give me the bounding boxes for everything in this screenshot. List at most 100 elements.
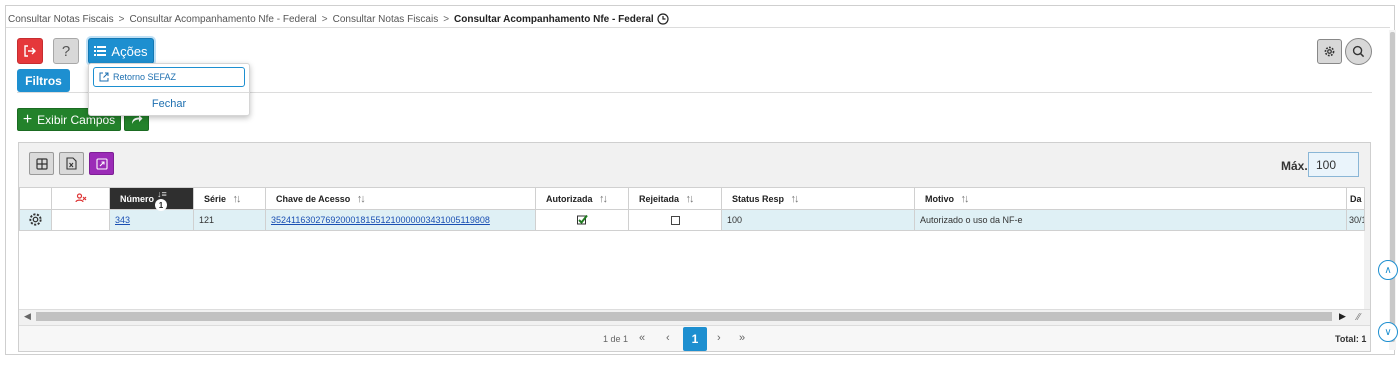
menu-item-label: Retorno SEFAZ (113, 72, 177, 82)
exit-icon (24, 45, 36, 57)
breadcrumb-current: Consultar Acompanhamento Nfe - Federal (454, 13, 654, 25)
menu-item-retorno-sefaz[interactable]: Retorno SEFAZ (93, 67, 245, 87)
scroll-right-icon[interactable]: ▶ (1339, 311, 1346, 322)
page-info: 1 de 1 (603, 334, 629, 344)
table-icon (35, 157, 48, 170)
sort-icon: ↑↓ (356, 192, 366, 205)
expand-icon (95, 157, 108, 170)
cell-serie: 121 (193, 209, 266, 231)
unchecked-checkbox[interactable] (670, 216, 680, 226)
filtros-tab[interactable]: Filtros (17, 69, 70, 92)
results-table: Número ↓≡ 1 Série ↑↓ Chave de Acesso ↑↓ … (19, 187, 1365, 231)
list-icon (94, 46, 107, 56)
expand-button[interactable] (89, 152, 114, 175)
cell-data: 30/1 (1346, 209, 1365, 231)
cell-chave: 3524116302769200018155121000000343100511… (265, 209, 536, 231)
breadcrumb-separator: > (321, 13, 328, 25)
header-autorizada-label: Autorizada (546, 193, 593, 204)
max-label: Máx. (1281, 159, 1308, 173)
total-count: Total: 1 (1335, 334, 1367, 344)
acoes-label: Ações (111, 43, 148, 59)
scrollbar-thumb[interactable] (36, 312, 1332, 321)
numero-link[interactable]: 343 (115, 215, 130, 225)
max-rows-input[interactable] (1308, 152, 1359, 177)
header-rejeitada-label: Rejeitada (639, 193, 680, 204)
sort-desc-icon: ↓≡ (157, 189, 167, 199)
settings-button[interactable] (1317, 39, 1342, 64)
breadcrumb-separator: > (118, 13, 125, 25)
next-page-icon[interactable]: › (717, 332, 721, 344)
page-scrollbar-thumb[interactable] (1390, 32, 1395, 342)
header-rejeitada[interactable]: Rejeitada ↑↓ (628, 187, 722, 210)
cell-status: 100 (721, 209, 915, 231)
cell-autorizada (535, 209, 629, 231)
cell-rejeitada (628, 209, 722, 231)
horizontal-scrollbar[interactable]: ◀ ▶ (19, 309, 1370, 323)
table-row[interactable]: 343 121 35241163027692000181551210000003… (19, 209, 1365, 231)
cell-numero: 343 (109, 209, 194, 231)
breadcrumb-item-notas-2[interactable]: Consultar Notas Fiscais (333, 14, 439, 25)
sort-icon: ↑↓ (790, 192, 800, 205)
grid-empty-area (19, 231, 1364, 309)
acoes-button[interactable]: Ações (88, 38, 154, 64)
page-vertical-scrollbar[interactable] (1389, 30, 1396, 350)
breadcrumb-item-notas[interactable]: Consultar Notas Fiscais (8, 14, 114, 25)
help-button[interactable]: ? (53, 38, 79, 64)
header-chave[interactable]: Chave de Acesso ↑↓ (265, 187, 536, 210)
chave-link[interactable]: 3524116302769200018155121000000343100511… (271, 215, 490, 225)
cell-motivo: Autorizado o uso da NF-e (914, 209, 1347, 231)
acoes-dropdown: Retorno SEFAZ Fechar (88, 63, 250, 116)
double-chevron-up-icon: ∧ (1384, 264, 1392, 276)
breadcrumb-item-acompanhamento[interactable]: Consultar Acompanhamento Nfe - Federal (129, 14, 316, 25)
row-actions-cell[interactable] (19, 209, 52, 231)
gear-icon (1324, 46, 1335, 57)
table-header-row: Número ↓≡ 1 Série ↑↓ Chave de Acesso ↑↓ … (19, 187, 1365, 211)
header-serie[interactable]: Série ↑↓ (193, 187, 266, 210)
double-chevron-down-icon: ∨ (1384, 326, 1392, 338)
header-actions (19, 187, 52, 210)
header-user-filter[interactable] (51, 187, 110, 210)
menu-divider (89, 92, 249, 93)
help-icon: ? (61, 42, 71, 60)
last-page-icon[interactable]: » (739, 332, 745, 344)
grid-panel: Máx. Número ↓≡ 1 (18, 142, 1371, 352)
sort-order-badge: 1 (155, 199, 167, 211)
columns-button[interactable] (29, 152, 54, 175)
sort-icon: ↑↓ (960, 192, 970, 205)
header-numero[interactable]: Número ↓≡ 1 (109, 187, 194, 211)
search-icon (1352, 45, 1365, 58)
header-serie-label: Série (204, 193, 227, 204)
scroll-bottom-button[interactable]: ∨ (1378, 322, 1398, 342)
header-autorizada[interactable]: Autorizada ↑↓ (535, 187, 629, 210)
header-motivo[interactable]: Motivo ↑↓ (914, 187, 1347, 210)
breadcrumb-separator: > (443, 13, 450, 25)
first-page-icon[interactable]: « (639, 332, 645, 344)
pagination-bar: 1 de 1 « ‹ 1 › » Total: 1 (19, 325, 1370, 351)
scroll-top-button[interactable]: ∧ (1378, 260, 1398, 280)
sort-icon: ↑↓ (232, 192, 242, 205)
export-excel-button[interactable] (59, 152, 84, 175)
current-page-button[interactable]: 1 (683, 327, 707, 351)
checked-checkbox-icon[interactable] (576, 214, 588, 225)
excel-file-icon (66, 157, 77, 170)
header-motivo-label: Motivo (925, 193, 954, 204)
menu-close-button[interactable]: Fechar (89, 95, 249, 113)
breadcrumb-divider (6, 27, 1390, 28)
prev-page-icon[interactable]: ‹ (666, 332, 670, 344)
resize-grip-icon[interactable]: ∕∕ (1357, 312, 1360, 323)
search-button[interactable] (1345, 38, 1372, 65)
external-link-icon (99, 72, 109, 82)
scroll-left-icon[interactable]: ◀ (24, 311, 31, 322)
gear-icon (29, 212, 42, 226)
header-status[interactable]: Status Resp ↑↓ (721, 187, 915, 210)
header-numero-label: Número (120, 193, 155, 204)
breadcrumb: Consultar Notas Fiscais > Consultar Acom… (8, 11, 669, 27)
sort-icon: ↑↓ (599, 192, 608, 205)
clock-icon[interactable] (657, 13, 669, 25)
plus-icon: + (22, 110, 33, 128)
header-chave-label: Chave de Acesso (276, 193, 351, 204)
user-remove-icon (74, 192, 86, 202)
header-data[interactable]: Da (1346, 187, 1365, 210)
header-status-label: Status Resp (732, 193, 785, 204)
exit-button[interactable] (17, 38, 43, 64)
